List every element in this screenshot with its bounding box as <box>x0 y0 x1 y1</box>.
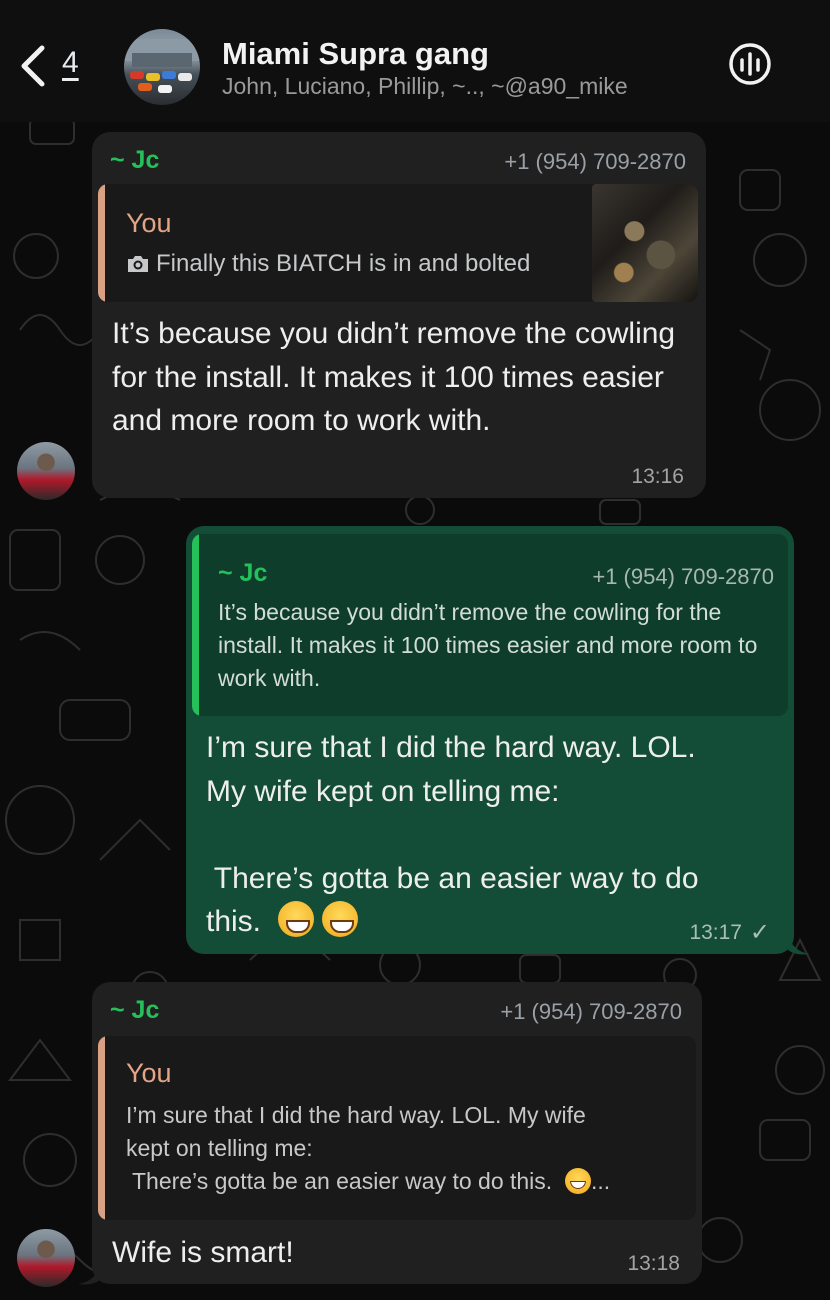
back-chevron-icon[interactable] <box>14 42 50 90</box>
group-avatar[interactable] <box>124 29 200 105</box>
voice-chat-icon[interactable] <box>726 40 774 88</box>
message-text: I’m sure that I did the hard way. LOL. M… <box>206 726 776 944</box>
sender-name[interactable]: ~ Jc <box>110 146 159 175</box>
quoted-photo-thumbnail[interactable] <box>592 184 698 302</box>
message-time: 13:16 <box>631 465 684 488</box>
sender-avatar[interactable] <box>17 442 75 500</box>
grinning-emoji-icon <box>322 901 359 937</box>
quote-line: kept on telling me: <box>126 1135 313 1161</box>
quoted-message[interactable]: You Finally this BIATCH is in and bolted <box>98 184 698 302</box>
message-text: It’s because you didn’t remove the cowli… <box>112 317 676 437</box>
group-title[interactable]: Miami Supra gang <box>222 36 489 72</box>
sender-name[interactable]: ~ Jc <box>110 996 159 1025</box>
read-check-icon: ✓ <box>749 919 770 946</box>
grinning-emoji-icon <box>564 1168 591 1194</box>
message-bubble-incoming[interactable]: ~ Jc +1 (954) 709-2870 You I’m sure that… <box>92 982 702 1284</box>
message-text: Wife is smart! <box>112 1236 294 1269</box>
message-time: 13:18 <box>627 1252 680 1275</box>
sender-phone[interactable]: +1 (954) 709-2870 <box>504 149 686 175</box>
quote-author: You <box>126 1058 172 1088</box>
quote-bar <box>98 184 105 302</box>
quoted-message[interactable]: You I’m sure that I did the hard way. LO… <box>98 1036 696 1220</box>
chat-header: 4 Miami Supra gang John, Luciano, Philli… <box>0 0 830 122</box>
quote-line: There’s gotta be an easier way to do thi… <box>126 1168 553 1194</box>
quote-text: It’s because you didn’t remove the cowli… <box>218 599 758 691</box>
group-members[interactable]: John, Luciano, Phillip, ~.., ~@a90_mike <box>222 73 628 100</box>
quote-ellipsis: ... <box>590 1168 611 1194</box>
quote-bar <box>192 534 199 716</box>
message-line: My wife kept on telling me: <box>206 774 560 808</box>
message-line: this. <box>206 905 262 938</box>
quote-author: ~ Jc <box>218 559 268 587</box>
quote-author: You <box>126 208 172 238</box>
message-line: There’s gotta be an easier way to do <box>206 861 699 895</box>
quote-text: Finally this BIATCH is in and bolted <box>156 250 531 277</box>
message-bubble-incoming[interactable]: ~ Jc +1 (954) 709-2870 You Finally this … <box>92 132 706 498</box>
quote-line-with-emoji: There’s gotta be an easier way to do thi… <box>126 1165 686 1198</box>
sender-avatar[interactable] <box>17 1229 75 1287</box>
quoted-message[interactable]: ~ Jc +1 (954) 709-2870 It’s because you … <box>192 534 788 716</box>
grinning-emoji-icon <box>277 901 314 937</box>
message-line: I’m sure that I did the hard way. LOL. <box>206 731 696 764</box>
quote-line: I’m sure that I did the hard way. LOL. M… <box>126 1102 586 1128</box>
unread-count[interactable]: 4 <box>62 46 79 80</box>
sender-phone[interactable]: +1 (954) 709-2870 <box>500 999 682 1025</box>
message-bubble-outgoing[interactable]: ~ Jc +1 (954) 709-2870 It’s because you … <box>186 526 794 954</box>
quote-bar <box>98 1036 105 1220</box>
quote-text: I’m sure that I did the hard way. LOL. M… <box>126 1099 686 1198</box>
quote-phone: +1 (954) 709-2870 <box>592 564 774 589</box>
camera-icon <box>128 256 148 272</box>
message-time: 13:17 <box>689 921 742 944</box>
